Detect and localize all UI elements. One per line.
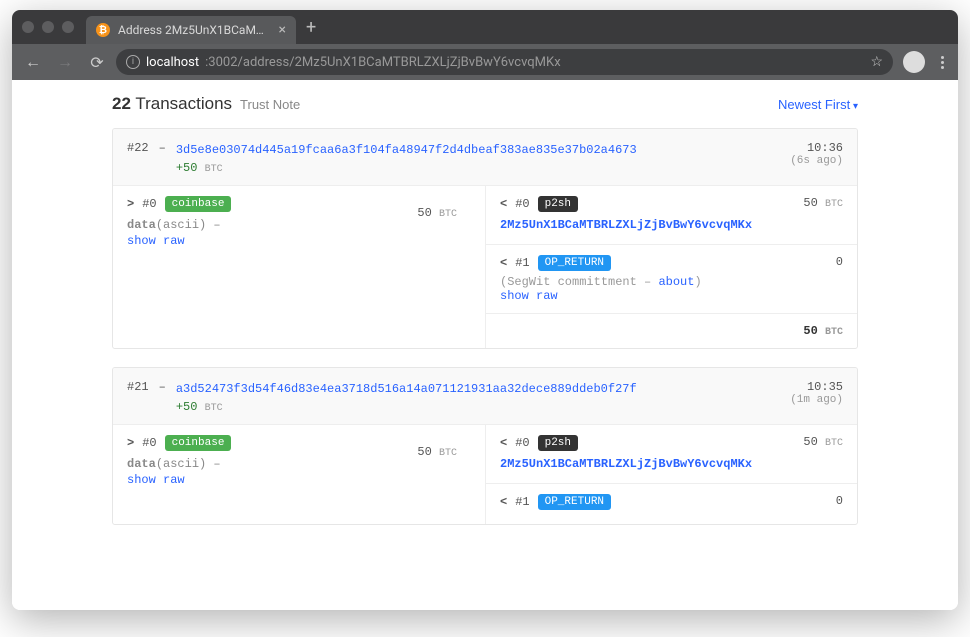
output-column: < #0 p2sh 50 BTC 2Mz5UnX1BCaMTBRLZXLjZjB… <box>485 425 857 524</box>
sort-dropdown[interactable]: Newest First <box>778 97 858 112</box>
opreturn-badge: OP_RETURN <box>538 494 611 510</box>
tx-number: #21 <box>127 380 149 394</box>
show-raw-link[interactable]: show raw <box>500 289 843 303</box>
about-link[interactable]: about <box>658 275 694 289</box>
segwit-note: (SegWit committment – about) <box>500 275 843 289</box>
output-arrow-icon: < <box>500 436 507 450</box>
output-index: #1 <box>515 495 529 509</box>
output-arrow-icon: < <box>500 495 507 509</box>
output-total: 50 BTC <box>486 313 857 348</box>
close-tab-icon[interactable]: × <box>279 22 286 38</box>
input-column: > #0 coinbase 50 BTC data(ascii) – show … <box>113 425 485 524</box>
opreturn-badge: OP_RETURN <box>538 255 611 271</box>
output-address-link[interactable]: 2Mz5UnX1BCaMTBRLZXLjZjBvBwY6vcvqMKx <box>500 216 843 234</box>
balance-delta: +50 BTC <box>176 400 780 414</box>
traffic-lights <box>22 21 74 33</box>
output-index: #0 <box>515 436 529 450</box>
tab-title: Address 2Mz5UnX1BCaMTBRL <box>118 23 271 37</box>
url-bar[interactable]: i localhost :3002/address/2Mz5UnX1BCaMTBR… <box>116 49 893 75</box>
input-amount: 50 BTC <box>417 445 457 459</box>
txid-link[interactable]: a3d52473f3d54f46d83e4ea3718d516a14a07112… <box>176 380 780 398</box>
input-amount: 50 BTC <box>417 206 457 220</box>
bookmark-star-icon[interactable]: ☆ <box>870 54 883 70</box>
url-host: localhost <box>146 55 199 70</box>
txid-link[interactable]: 3d5e8e03074d445a19fcaa6a3f104fa48947f2d4… <box>176 141 780 159</box>
output-amount: 0 <box>836 494 843 508</box>
transaction-card: #21 – a3d52473f3d54f46d83e4ea3718d516a14… <box>112 367 858 525</box>
input-arrow-icon: > <box>127 197 134 211</box>
balance-delta: +50 BTC <box>176 161 780 175</box>
tx-time: 10:35 (1m ago) <box>790 380 843 406</box>
forward-button[interactable]: → <box>52 49 78 75</box>
back-button[interactable]: ← <box>20 49 46 75</box>
p2sh-badge: p2sh <box>538 196 578 212</box>
browser-window: ₿ Address 2Mz5UnX1BCaMTBRL × + ← → ⟳ i l… <box>12 10 958 610</box>
input-index: #0 <box>142 197 156 211</box>
browser-tab[interactable]: ₿ Address 2Mz5UnX1BCaMTBRL × <box>86 16 296 44</box>
coinbase-badge: coinbase <box>165 196 232 212</box>
output-amount: 50 BTC <box>803 435 843 449</box>
transaction-card: #22 – 3d5e8e03074d445a19fcaa6a3f104fa489… <box>112 128 858 349</box>
output-amount: 50 BTC <box>803 196 843 210</box>
toolbar: ← → ⟳ i localhost :3002/address/2Mz5UnX1B… <box>12 44 958 80</box>
output-index: #1 <box>515 256 529 270</box>
input-column: > #0 coinbase 50 BTC data(ascii) – show … <box>113 186 485 348</box>
close-window-icon[interactable] <box>22 21 34 33</box>
show-raw-link[interactable]: show raw <box>127 473 471 487</box>
minimize-window-icon[interactable] <box>42 21 54 33</box>
new-tab-button[interactable]: + <box>306 17 316 38</box>
bitcoin-favicon-icon: ₿ <box>96 23 110 37</box>
page-content: 22 Transactions Trust Note Newest First … <box>12 80 958 610</box>
profile-avatar[interactable] <box>903 51 925 73</box>
dash: – <box>159 380 166 394</box>
output-amount: 0 <box>836 255 843 269</box>
output-column: < #0 p2sh 50 BTC 2Mz5UnX1BCaMTBRLZXLjZjB… <box>485 186 857 348</box>
output-index: #0 <box>515 197 529 211</box>
url-path: :3002/address/2Mz5UnX1BCaMTBRLZXLjZjBvBw… <box>205 55 560 70</box>
titlebar: ₿ Address 2Mz5UnX1BCaMTBRL × + <box>12 10 958 44</box>
transaction-header: #22 – 3d5e8e03074d445a19fcaa6a3f104fa489… <box>113 129 857 185</box>
input-arrow-icon: > <box>127 436 134 450</box>
dash: – <box>159 141 166 155</box>
p2sh-badge: p2sh <box>538 435 578 451</box>
output-arrow-icon: < <box>500 197 507 211</box>
transactions-count: 22 Transactions <box>112 94 232 114</box>
transactions-header: 22 Transactions Trust Note Newest First <box>112 94 858 114</box>
input-index: #0 <box>142 436 156 450</box>
reload-button[interactable]: ⟳ <box>84 49 110 75</box>
tx-time: 10:36 (6s ago) <box>790 141 843 167</box>
coinbase-badge: coinbase <box>165 435 232 451</box>
browser-menu-icon[interactable] <box>935 56 950 69</box>
transaction-header: #21 – a3d52473f3d54f46d83e4ea3718d516a14… <box>113 368 857 424</box>
show-raw-link[interactable]: show raw <box>127 234 471 248</box>
maximize-window-icon[interactable] <box>62 21 74 33</box>
trust-note-link[interactable]: Trust Note <box>240 97 300 112</box>
tx-number: #22 <box>127 141 149 155</box>
site-info-icon[interactable]: i <box>126 55 140 69</box>
output-address-link[interactable]: 2Mz5UnX1BCaMTBRLZXLjZjBvBwY6vcvqMKx <box>500 455 843 473</box>
output-arrow-icon: < <box>500 256 507 270</box>
